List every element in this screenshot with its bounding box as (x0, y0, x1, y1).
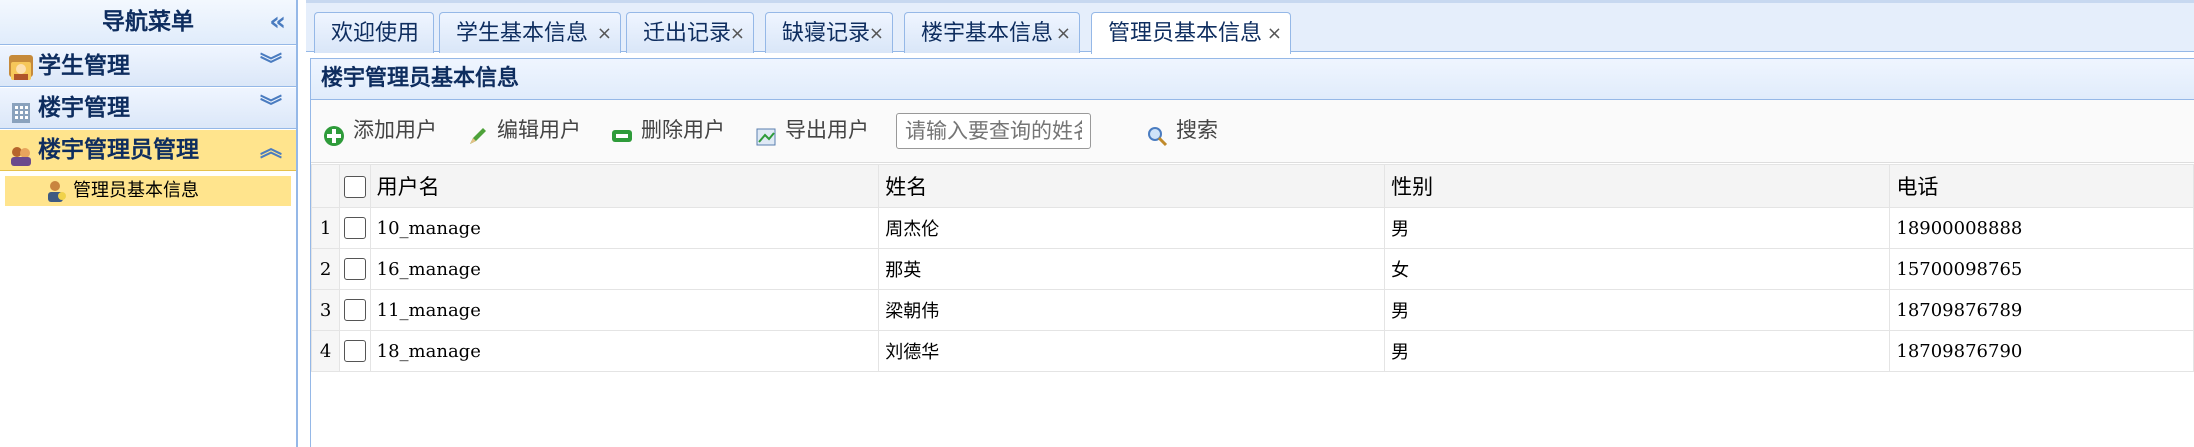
row-number: 2 (310, 248, 341, 290)
cell-name: 那英 (878, 248, 1386, 290)
tab-label: 缺寝记录 (782, 21, 871, 46)
nav-item-admin-info[interactable]: 管理员基本信息 (5, 176, 291, 206)
row-number: 1 (310, 207, 341, 249)
nav-item-label: 管理员基本信息 (73, 180, 199, 201)
row-checkbox-cell[interactable] (339, 289, 371, 331)
row-number-header (310, 164, 341, 208)
nav-group-body: 管理员基本信息 (0, 171, 296, 211)
tab-welcome[interactable]: 欢迎使用 (314, 12, 434, 53)
tab-label: 学生基本信息 (456, 21, 589, 46)
panel-title: 楼宇管理员基本信息 (311, 59, 2194, 100)
column-header-name[interactable]: 姓名 (878, 164, 1386, 208)
select-all-checkbox-cell[interactable] (339, 164, 371, 208)
row-checkbox[interactable] (343, 258, 366, 280)
double-chevron-left-icon[interactable]: « (269, 0, 286, 44)
double-chevron-up-icon[interactable]: ︽ (260, 130, 282, 170)
nav-group-label: 楼宇管理 (38, 95, 130, 121)
cell-phone: 18900008888 (1889, 207, 2194, 249)
table-row[interactable]: 2 16_manage 那英 女 15700098765 (310, 248, 2194, 290)
export-user-button[interactable]: 导出用户 (755, 110, 869, 150)
tab-bar: 欢迎使用 学生基本信息 × 迁出记录 × 缺寝记录 × 楼宇基本信息 × 管理员… (306, 0, 2194, 54)
cell-username: 10_manage (369, 207, 880, 249)
table-row[interactable]: 1 10_manage 周杰伦 男 18900008888 (310, 207, 2194, 249)
minus-icon (611, 120, 633, 142)
row-checkbox-cell[interactable] (339, 207, 371, 249)
pencil-icon (467, 120, 489, 144)
edit-user-button[interactable]: 编辑用户 (467, 110, 581, 150)
student-icon (9, 55, 33, 80)
tab-label: 欢迎使用 (331, 21, 420, 46)
search-button[interactable]: 搜索 (1146, 110, 1218, 150)
nav-group-building-admin[interactable]: 楼宇管理员管理 ︽ (0, 129, 296, 171)
navigation-panel: 导航菜单 « 学生管理 ︾ 楼宇管理 ︾ 楼宇管理员管理 ︽ 管理员基本信息 (0, 0, 298, 447)
row-number: 4 (310, 330, 341, 372)
row-checkbox-cell[interactable] (339, 330, 371, 372)
toolbar: 添加用户 编辑用户 删除用户 导出用户 搜索 (311, 100, 2194, 163)
tab-building-info[interactable]: 楼宇基本信息 × (904, 12, 1080, 53)
tab-label: 迁出记录 (643, 21, 732, 46)
column-header-gender[interactable]: 性别 (1384, 164, 1891, 208)
cell-username: 18_manage (369, 330, 880, 372)
cell-phone: 15700098765 (1889, 248, 2194, 290)
table-row[interactable]: 4 18_manage 刘德华 男 18709876790 (310, 330, 2194, 372)
double-chevron-down-icon[interactable]: ︾ (260, 88, 282, 128)
cell-name: 周杰伦 (878, 207, 1386, 249)
admin-group-icon (9, 139, 33, 166)
nav-title: 导航菜单 (102, 9, 194, 35)
cell-gender: 男 (1384, 207, 1891, 249)
nav-header: 导航菜单 « (0, 0, 296, 45)
table-header-row: 用户名 姓名 性别 电话 (310, 164, 2194, 208)
tab-absence-records[interactable]: 缺寝记录 × (765, 12, 893, 53)
nav-group-label: 楼宇管理员管理 (38, 137, 199, 163)
close-icon[interactable]: × (1056, 13, 1071, 54)
add-user-button[interactable]: 添加用户 (323, 110, 437, 150)
export-icon (755, 120, 777, 146)
content-panel: 楼宇管理员基本信息 添加用户 编辑用户 删除用户 导出用户 请输入要查询的姓名 … (310, 58, 2194, 447)
cell-name: 刘德华 (878, 330, 1386, 372)
nav-group-label: 学生管理 (38, 53, 130, 79)
tab-student-info[interactable]: 学生基本信息 × (439, 12, 621, 53)
cell-gender: 男 (1384, 330, 1891, 372)
nav-group-building[interactable]: 楼宇管理 ︾ (0, 87, 296, 129)
cell-username: 16_manage (369, 248, 880, 290)
building-icon (9, 97, 33, 123)
cell-gender: 男 (1384, 289, 1891, 331)
row-checkbox[interactable] (343, 299, 366, 321)
tab-admin-info[interactable]: 管理员基本信息 × (1091, 12, 1291, 54)
admin-table: 用户名 姓名 性别 电话 1 10_manage 周杰伦 男 189000088… (310, 164, 2194, 372)
column-header-phone[interactable]: 电话 (1889, 164, 2194, 208)
close-icon[interactable]: × (730, 13, 745, 54)
admin-user-icon (45, 179, 67, 203)
row-checkbox[interactable] (343, 217, 366, 239)
search-icon (1146, 120, 1168, 147)
nav-group-student[interactable]: 学生管理 ︾ (0, 45, 296, 87)
close-icon[interactable]: × (597, 13, 612, 54)
search-input[interactable] (896, 113, 1091, 149)
cell-phone: 18709876789 (1889, 289, 2194, 331)
row-checkbox-cell[interactable] (339, 248, 371, 290)
tab-label: 管理员基本信息 (1108, 21, 1263, 46)
close-icon[interactable]: × (1267, 13, 1282, 54)
column-header-username[interactable]: 用户名 (369, 164, 880, 208)
select-all-checkbox[interactable] (343, 176, 366, 199)
double-chevron-down-icon[interactable]: ︾ (260, 46, 282, 86)
tab-moveout-records[interactable]: 迁出记录 × (626, 12, 754, 53)
table-row[interactable]: 3 11_manage 梁朝伟 男 18709876789 (310, 289, 2194, 331)
close-icon[interactable]: × (869, 13, 884, 54)
cell-phone: 18709876790 (1889, 330, 2194, 372)
delete-user-button[interactable]: 删除用户 (611, 110, 725, 150)
cell-gender: 女 (1384, 248, 1891, 290)
tab-label: 楼宇基本信息 (921, 21, 1054, 46)
cell-name: 梁朝伟 (878, 289, 1386, 331)
cell-username: 11_manage (369, 289, 880, 331)
row-checkbox[interactable] (343, 340, 366, 362)
row-number: 3 (310, 289, 341, 331)
add-icon (323, 120, 345, 146)
